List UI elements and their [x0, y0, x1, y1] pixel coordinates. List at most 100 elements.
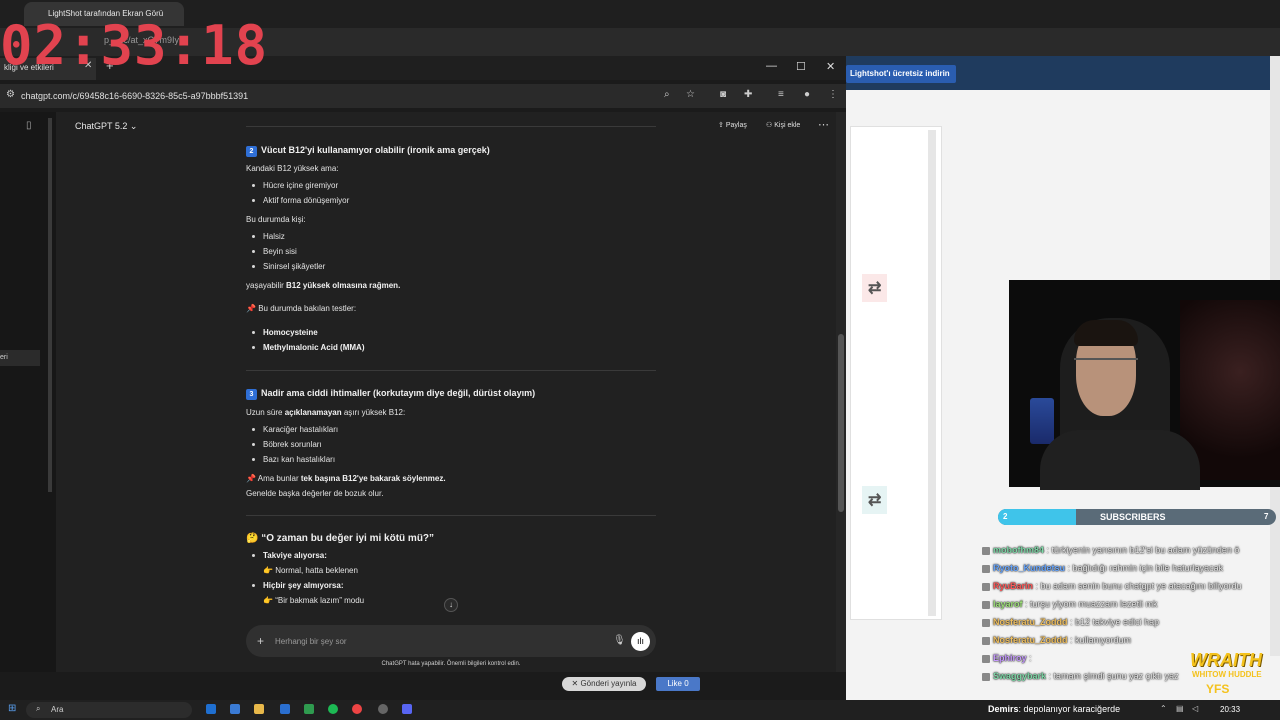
- puzzle-icon[interactable]: ✚: [744, 89, 752, 100]
- bullet: [252, 458, 255, 461]
- star-icon[interactable]: ☆: [686, 89, 695, 100]
- subscribers-goal-fill: [998, 509, 1076, 525]
- translate-icon[interactable]: ⇄: [862, 274, 888, 302]
- badge-icon: [982, 654, 990, 663]
- like-button[interactable]: Like 0: [656, 677, 700, 691]
- site-info-icon[interactable]: ⚙: [6, 89, 15, 100]
- chat-text: bağlıdığı rahmin için bile haturlayacak: [1072, 563, 1224, 573]
- pointing-hand-icon: 👉: [263, 566, 273, 575]
- discord-icon[interactable]: [402, 704, 412, 714]
- ticker-message: : depolanıyor karaciğerde: [1018, 704, 1121, 714]
- file-explorer-icon[interactable]: [254, 704, 264, 714]
- wraith-subtitle: WHITOW HUDDLE: [1192, 670, 1262, 679]
- chat-username[interactable]: RyuBarin: [993, 581, 1033, 591]
- windows-start-icon[interactable]: ⊞: [8, 703, 16, 714]
- chat-message: Ephiroy :: [982, 653, 1032, 663]
- taskbar-clock: 20:33: [1220, 705, 1241, 714]
- tray-chevron-icon[interactable]: ⌃: [1160, 704, 1167, 713]
- network-icon[interactable]: ▤: [1176, 704, 1184, 713]
- url-text[interactable]: chatgpt.com/c/69458c16-6690-8326-85c5-a9…: [21, 91, 248, 101]
- volume-icon[interactable]: ◁: [1192, 704, 1198, 713]
- text: Ama bunlar: [257, 474, 301, 483]
- number-badge: 3: [246, 389, 257, 400]
- extension-icon[interactable]: ◙: [720, 89, 726, 100]
- chat-username[interactable]: Nosferatu_Zoddd: [993, 617, 1068, 627]
- list-item: Böbrek sorunları: [263, 440, 322, 449]
- profile-icon[interactable]: ●: [804, 89, 810, 100]
- badge-icon: [982, 636, 990, 645]
- outlook-icon[interactable]: [280, 704, 290, 714]
- chat-username[interactable]: mobofhm84: [993, 545, 1044, 555]
- sidebar-chat-label: eri: [0, 354, 8, 361]
- input-placeholder[interactable]: Herhangi bir şey sor: [275, 637, 347, 646]
- sidebar-chat-item[interactable]: eri: [0, 350, 40, 366]
- taskbar-search[interactable]: Ara: [26, 702, 192, 718]
- badge-icon: [982, 672, 990, 681]
- search-icon: ⌕: [36, 704, 41, 713]
- obs-icon[interactable]: [378, 704, 388, 714]
- chat-message: Swaggybark : tamam şimdi şunu yaz çıktı …: [982, 671, 1179, 681]
- minimize-icon[interactable]: —: [766, 60, 777, 72]
- bullet: [252, 331, 255, 334]
- translate-icon-2[interactable]: ⇄: [862, 486, 888, 514]
- attach-icon[interactable]: +: [257, 634, 264, 648]
- list-item: Sinirsel şikâyetler: [263, 262, 326, 271]
- bullet: [252, 235, 255, 238]
- chat-text: kullanıyordum: [1075, 635, 1132, 645]
- lightshot-download-button[interactable]: Lightshot'ı ücretsiz indirin: [846, 65, 956, 83]
- chat-username[interactable]: layarof: [993, 599, 1023, 609]
- sidebar-toggle-icon[interactable]: ▯: [26, 120, 32, 131]
- wraith-logo: WRAITH: [1190, 650, 1262, 670]
- chat-username[interactable]: Ryoto_Kundetsu: [993, 563, 1065, 573]
- subscribers-goal: 7: [1264, 512, 1269, 521]
- maximize-icon[interactable]: ☐: [796, 60, 806, 73]
- thinking-emoji-icon: 🤔: [246, 533, 259, 544]
- menu-dots-icon[interactable]: ⋮: [828, 89, 838, 100]
- search-icon[interactable]: ⌕: [664, 89, 670, 100]
- list-item: Homocysteine: [263, 328, 318, 337]
- excel-icon[interactable]: [304, 704, 314, 714]
- list-item: Aktif forma dönüşemiyor: [263, 196, 350, 205]
- section-3-heading: 3 Nadir ama ciddi ihtimaller (korkutayım …: [246, 388, 535, 400]
- chat-separator: :: [1044, 545, 1052, 555]
- taskbar-ticker: Demirs: depolanıyor karaciğerde: [988, 704, 1120, 714]
- spotify-icon[interactable]: [328, 704, 338, 714]
- bold-text: tek başına B12'ye bakarak söylenmez.: [300, 474, 446, 483]
- webcam-glasses: [1074, 358, 1138, 372]
- edge-icon[interactable]: [206, 704, 216, 714]
- lightshot-scrollbar[interactable]: [928, 130, 936, 616]
- share-icon: ⇪: [718, 122, 724, 129]
- more-options-icon[interactable]: ⋯: [818, 118, 829, 131]
- chat-username[interactable]: Swaggybark: [993, 671, 1046, 681]
- subscribers-label: SUBSCRIBERS: [1100, 512, 1166, 522]
- share-button[interactable]: ⇪ Paylaş: [718, 121, 747, 129]
- chat-scrollbar-thumb[interactable]: [838, 334, 844, 512]
- model-label: ChatGPT 5.2: [75, 121, 128, 131]
- webcam-hair: [1074, 320, 1138, 346]
- chat-username[interactable]: Nosferatu_Zoddd: [993, 635, 1068, 645]
- divider: [246, 370, 656, 371]
- close-window-icon[interactable]: ✕: [826, 60, 835, 73]
- post-button[interactable]: ✕ Gönderi yayınla: [562, 677, 646, 691]
- paragraph: Bu durumda kişi:: [246, 215, 306, 224]
- model-selector[interactable]: ChatGPT 5.2 ⌄: [75, 121, 137, 132]
- sidebar-scrollbar[interactable]: [48, 118, 52, 492]
- chat-separator: :: [1067, 635, 1076, 645]
- scroll-down-button[interactable]: ↓: [444, 598, 458, 612]
- ticker-user: Demirs: [988, 704, 1019, 714]
- share-label: Paylaş: [725, 122, 747, 129]
- chrome-icon[interactable]: [352, 704, 362, 714]
- bullet: [252, 554, 255, 557]
- list-item: Hiçbir şey almıyorsa:: [263, 581, 344, 590]
- add-person-button[interactable]: ⚇ Kişi ekle: [766, 121, 800, 129]
- copilot-icon[interactable]: [230, 704, 240, 714]
- bullet: [252, 265, 255, 268]
- badge-icon: [982, 618, 990, 627]
- chat-message: Nosferatu_Zoddd : kullanıyordum: [982, 635, 1131, 645]
- list-item-detail: 👉 “Bir bakmak lazım” modu: [263, 596, 364, 605]
- microphone-icon[interactable]: 🎙: [613, 635, 626, 646]
- chat-username[interactable]: Ephiroy: [993, 653, 1027, 663]
- post-button-label: Gönderi yayınla: [580, 679, 637, 688]
- playlist-icon[interactable]: ≡: [778, 89, 784, 100]
- voice-mode-button[interactable]: ılı: [631, 632, 650, 651]
